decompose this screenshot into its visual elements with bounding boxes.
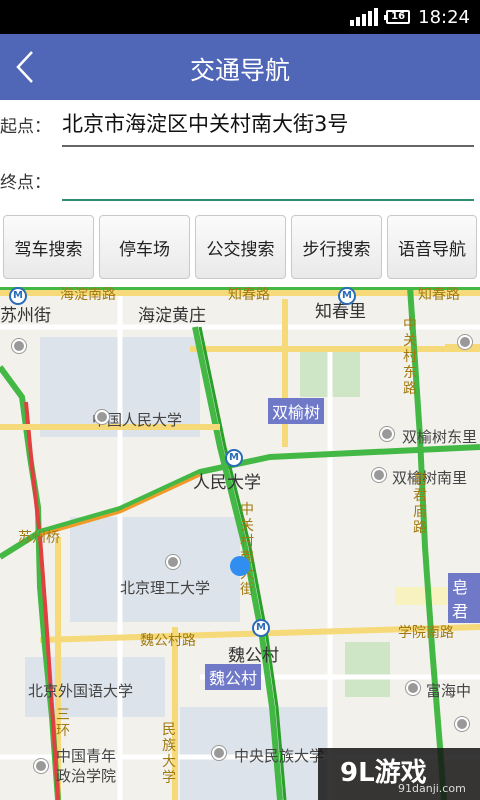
map-label: 北京外国语大学 xyxy=(28,682,134,700)
watermark-url: 91danji.com xyxy=(398,782,466,795)
map-label: 富海中 xyxy=(426,682,472,700)
subway-icon: M xyxy=(338,287,356,305)
walk-search-button[interactable]: 步行搜索 xyxy=(291,215,382,279)
road-label: 知春路 xyxy=(418,287,460,303)
district-badge: 魏公村 xyxy=(205,664,262,690)
poi-pin-icon xyxy=(212,746,226,760)
start-label: 起点： xyxy=(0,117,51,137)
campus-area xyxy=(70,517,240,622)
map-label: 中央民族大学 xyxy=(234,747,325,765)
map-label: 海淀黄庄 xyxy=(138,306,206,326)
page-title: 交通导航 xyxy=(189,56,290,85)
road-label: 知春路 xyxy=(228,287,270,303)
map-label: 政治学院 xyxy=(56,767,117,785)
road-label: 海淀南路 xyxy=(60,287,116,303)
drive-search-button[interactable]: 驾车搜索 xyxy=(3,215,94,279)
poi-pin-icon xyxy=(166,555,180,569)
poi-pin-icon xyxy=(95,410,109,424)
district-badge: 皂君 xyxy=(448,573,480,623)
road-label-vertical: 民族大学 xyxy=(162,722,176,786)
action-button-bar: 驾车搜索 停车场 公交搜索 步行搜索 语音导航 xyxy=(0,207,480,287)
road-label: 苏州桥 xyxy=(18,530,60,546)
battery-icon: 16 xyxy=(384,10,411,24)
poi-pin-icon xyxy=(372,468,386,482)
road-label-vertical: 中关村南大街 xyxy=(240,502,254,598)
map-label: 人民大学 xyxy=(193,473,261,493)
title-bar: 交通导航 xyxy=(0,34,480,100)
road-label: 学院南路 xyxy=(398,625,454,641)
road-label-vertical: 皂君庙路 xyxy=(413,472,427,536)
parking-button[interactable]: 停车场 xyxy=(99,215,190,279)
poi-pin-icon xyxy=(380,427,394,441)
map-label: 双榆树南里 xyxy=(392,469,468,487)
clock: 18:24 xyxy=(418,6,470,28)
park-area xyxy=(345,642,390,697)
current-location-icon xyxy=(230,556,250,576)
start-underline xyxy=(62,145,474,147)
subway-icon: M xyxy=(9,287,27,305)
map-label: 双榆树东里 xyxy=(402,428,478,446)
poi-pin-icon xyxy=(12,339,26,353)
end-underline xyxy=(62,199,474,201)
site-watermark: 9L游戏 91danji.com xyxy=(318,748,480,800)
district-badge: 双榆树 xyxy=(268,398,325,424)
end-label: 终点： xyxy=(0,173,51,193)
bus-search-button[interactable]: 公交搜索 xyxy=(195,215,286,279)
road-label-vertical: 三环 xyxy=(56,707,70,739)
subway-icon: M xyxy=(252,619,270,637)
map-view[interactable]: 苏州街 海淀黄庄 知春里 中国人民大学 人民大学 北京理工大学 魏公村 北京外国… xyxy=(0,287,480,800)
poi-pin-icon xyxy=(34,759,48,773)
end-input[interactable] xyxy=(62,164,472,196)
map-label: 中国青年 xyxy=(56,747,117,765)
subway-icon: M xyxy=(225,449,243,467)
status-bar: 16 18:24 xyxy=(0,0,480,34)
voice-navigation-button[interactable]: 语音导航 xyxy=(387,215,477,279)
map-label: 北京理工大学 xyxy=(120,579,211,597)
poi-pin-icon xyxy=(406,681,420,695)
start-input[interactable]: 北京市海淀区中关村南大街3号 xyxy=(62,108,348,138)
road-label: 魏公村路 xyxy=(140,633,196,649)
map-label: 魏公村 xyxy=(228,646,279,666)
map-label: 苏州街 xyxy=(0,306,51,326)
poi-pin-icon xyxy=(455,717,469,731)
poi-pin-icon xyxy=(458,335,472,349)
signal-icon xyxy=(350,8,379,26)
road-label-vertical: 中关村东路 xyxy=(403,317,417,397)
